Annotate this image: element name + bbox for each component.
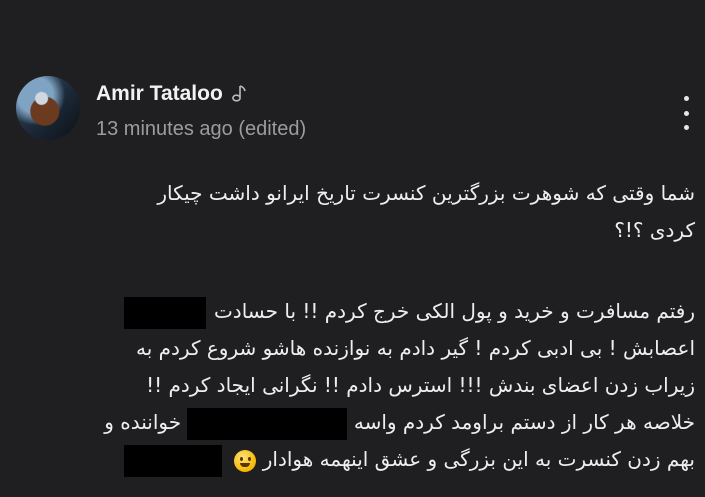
redaction-block (187, 407, 348, 440)
comment-line: رفتم مسافرت و خرید و پول الکی خرج کردم !… (5, 293, 695, 330)
comment-timestamp: 13 minutes ago (edited) (96, 118, 307, 140)
author-name[interactable]: Amir Tataloo (96, 82, 223, 106)
author-row: Amir Tataloo (96, 80, 247, 108)
music-note-icon (231, 85, 246, 102)
comment-line: اعصابش ! بی ادبی کردم ! گیر دادم به نواز… (136, 336, 695, 360)
comment-line: خلاصه هر کار از دستم براومد کردم واسه خو… (5, 404, 695, 441)
comment-line: زیراب زدن اعضای بندش !!! استرس دادم !! ن… (146, 373, 695, 397)
smiling-face-emoji (234, 449, 257, 472)
author-avatar[interactable] (16, 76, 80, 140)
comment-line-text: خلاصه هر کار از دستم براومد کردم واسه (353, 410, 695, 434)
comment-line: کردی ؟!؟ (614, 218, 695, 242)
comment-line-text: بهم زدن کنسرت به این بزرگی و عشق اینهمه … (262, 447, 695, 471)
comment-line: بهم زدن کنسرت به این بزرگی و عشق اینهمه … (5, 441, 695, 478)
comment-line-text: رفتم مسافرت و خرید و پول الکی خرج کردم !… (213, 299, 695, 323)
more-vert-icon-dot (683, 110, 689, 116)
comment-text: شما وقتی که شوهرت بزرگترین کنسرت تاریخ ا… (5, 175, 695, 478)
more-options-button[interactable] (676, 96, 696, 130)
more-vert-icon-dot (683, 125, 689, 130)
comment-card: Amir Tataloo 13 minutes ago (edited) شما… (0, 0, 705, 497)
more-vert-icon (683, 96, 689, 101)
comment-line-text: خواننده و (104, 410, 182, 434)
comment-line: شما وقتی که شوهرت بزرگترین کنسرت تاریخ ا… (157, 181, 695, 205)
redaction-block (123, 296, 206, 329)
redaction-block (124, 444, 223, 477)
